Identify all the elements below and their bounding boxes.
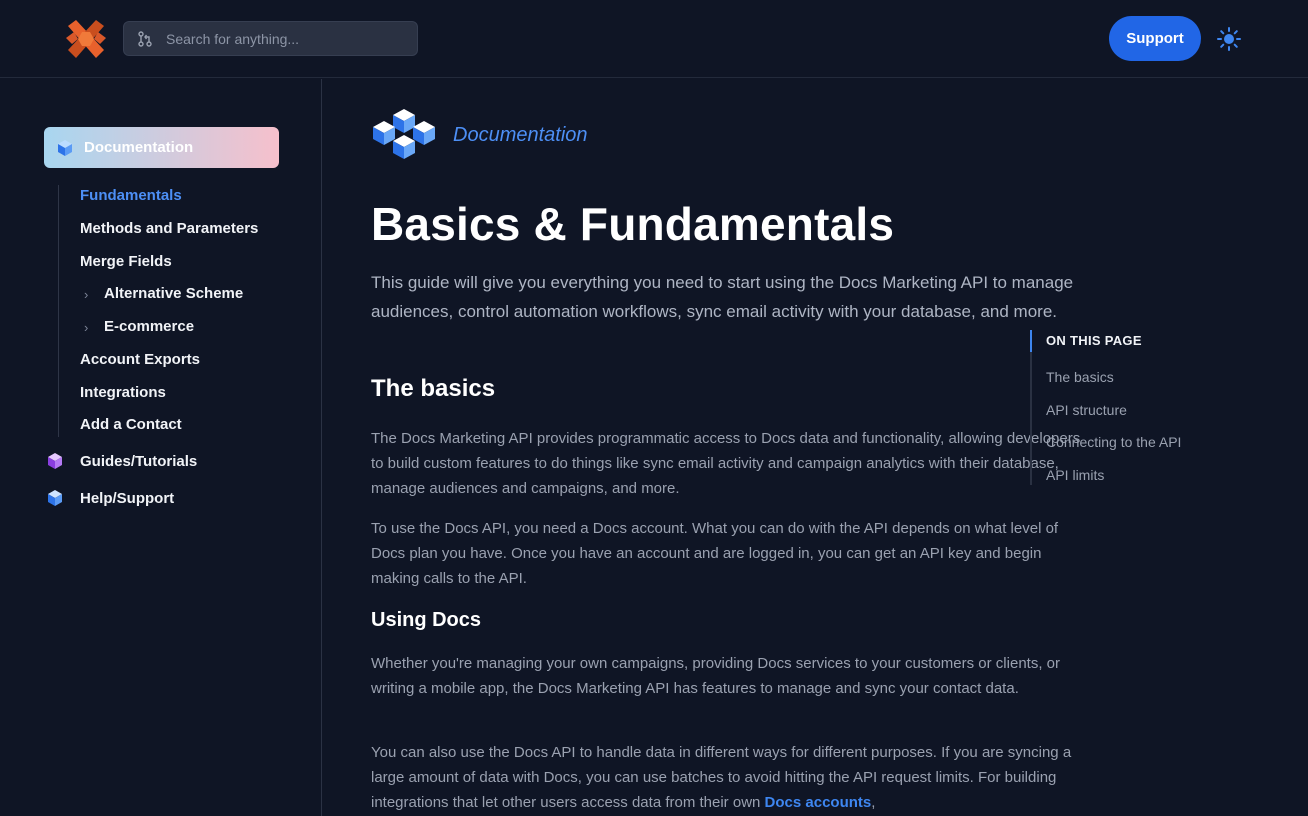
sidebar-section-help-support[interactable]: Help/Support [46,489,174,507]
toc-item-api-limits[interactable]: API limits [1046,467,1104,483]
breadcrumb: Documentation [371,107,588,163]
section-heading-the-basics: The basics [371,375,496,402]
toc-item-api-structure[interactable]: API structure [1046,402,1127,418]
branch-icon [138,30,152,47]
sidebar-item-account-exports[interactable]: Account Exports [80,351,200,368]
chevron-right-icon[interactable]: › [84,320,88,335]
toc-item-connecting-to-the-api[interactable]: Connecting to the API [1046,434,1181,450]
support-button[interactable]: Support [1109,16,1201,61]
sidebar-item-merge-fields[interactable]: Merge Fields [80,253,172,270]
sidebar-item-integrations[interactable]: Integrations [80,384,166,401]
sidebar-item-add-a-contact[interactable]: Add a Contact [80,416,182,433]
lead-paragraph: This guide will give you everything you … [371,273,1074,321]
chevron-right-icon[interactable]: › [84,287,88,302]
blue-cube-icon [48,490,62,506]
paragraph: Whether you're managing your own campaig… [371,655,1060,697]
paragraph: You can also use the Docs API to handle … [371,740,1091,815]
section-heading-using-docs: Using Docs [371,609,482,631]
sidebar-item-fundamentals[interactable]: Fundamentals [80,187,182,204]
brand-logo-icon[interactable] [64,18,108,60]
sidebar: Documentation Fundamentals Methods and P… [0,79,322,816]
sidebar-section-guides-tutorials[interactable]: Guides/Tutorials [46,452,197,470]
sidebar-section-documentation[interactable]: Documentation [44,127,279,168]
paragraph-text: You can also use the Docs API to handle … [371,744,1072,811]
sidebar-item-methods-and-parameters[interactable]: Methods and Parameters [80,220,258,237]
page-title: Basics & Fundamentals [371,198,895,250]
sidebar-section-label: Help/Support [80,489,175,507]
sidebar-section-label: Documentation [84,139,194,156]
docs-accounts-link[interactable]: Docs accounts [765,794,872,811]
search-bar[interactable] [123,21,418,56]
subtree-line [58,185,59,437]
toc-title: ON THIS PAGE [1046,333,1142,348]
toc-active-indicator [1030,330,1032,352]
top-header: Support [0,0,1308,78]
sidebar-item-e-commerce[interactable]: E-commerce [104,318,194,335]
toc-item-the-basics[interactable]: The basics [1046,369,1114,385]
blue-cube-icon [58,139,72,156]
sun-icon[interactable] [1216,26,1242,52]
sidebar-section-label: Guides/Tutorials [80,452,198,470]
search-input[interactable] [166,30,406,47]
paragraph: The Docs Marketing API provides programm… [371,430,1081,497]
paragraph-text: , [871,794,876,811]
table-of-contents: ON THIS PAGE The basics API structure Co… [1030,330,1230,485]
paragraph: To use the Docs API, you need a Docs acc… [371,520,1059,587]
toc-rail [1030,330,1032,485]
breadcrumb-label[interactable]: Documentation [453,124,588,147]
sidebar-item-alternative-scheme[interactable]: Alternative Scheme [104,285,243,302]
cubes-icon [373,109,435,159]
purple-cube-icon [48,453,62,469]
